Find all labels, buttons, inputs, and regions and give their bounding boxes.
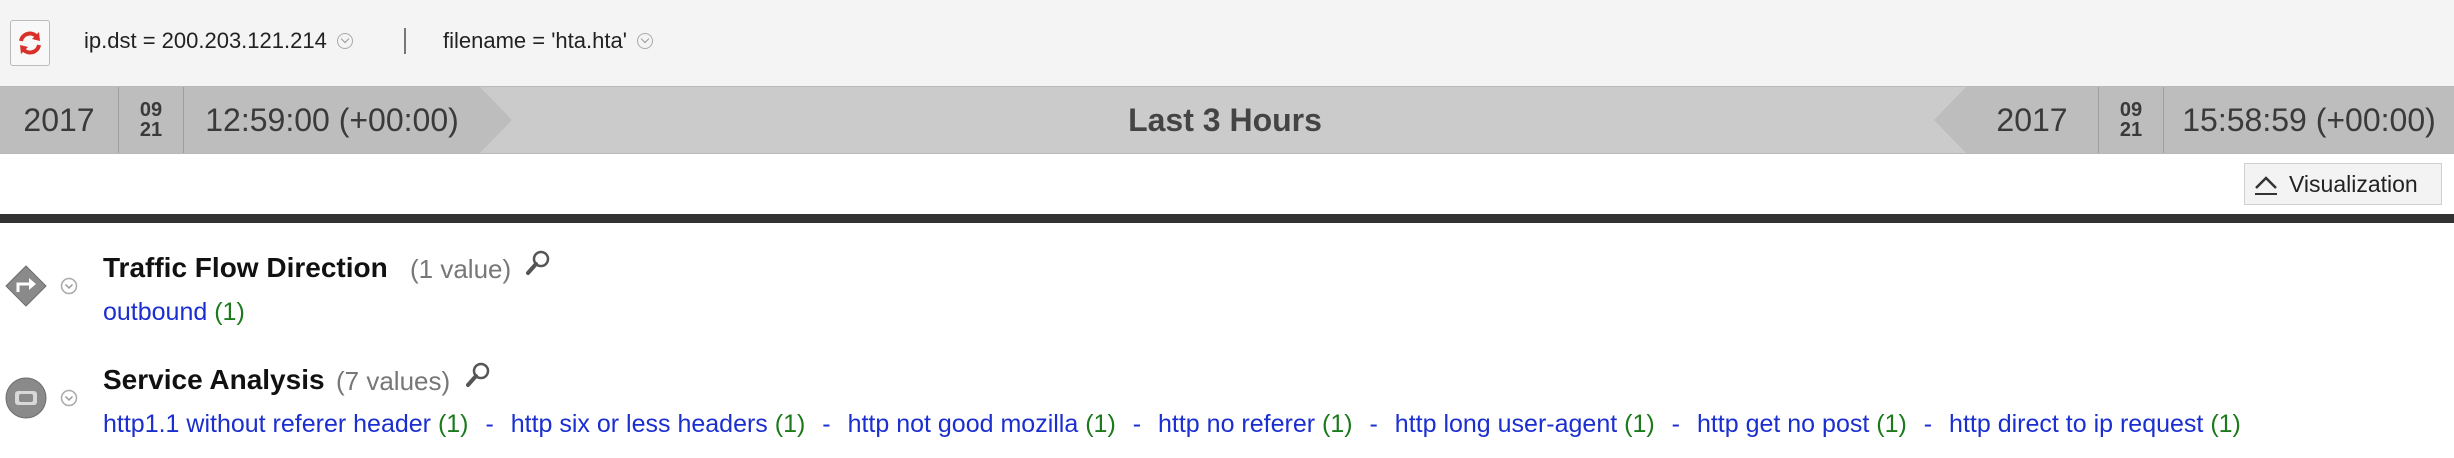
- meta-value-link[interactable]: http six or less headers: [511, 410, 768, 438]
- value-separator: -: [485, 410, 494, 438]
- end-time[interactable]: 15:58:59 (+00:00): [2164, 87, 2454, 153]
- visualization-button[interactable]: Visualization: [2244, 163, 2442, 205]
- meta-value-link[interactable]: http get no post: [1697, 410, 1869, 438]
- meta-value-count: (1): [1876, 410, 1907, 438]
- meta-value-count: (1): [214, 298, 245, 326]
- filter-ip-dst[interactable]: ip.dst = 200.203.121.214: [84, 28, 353, 54]
- meta-values: outbound (1): [103, 298, 245, 327]
- traffic-flow-diamond-icon[interactable]: [4, 264, 48, 308]
- refresh-button[interactable]: [10, 20, 50, 66]
- service-analysis-icon[interactable]: [4, 376, 48, 420]
- filter-filename-label: filename = 'hta.hta': [443, 28, 627, 53]
- filter-ip-dst-label: ip.dst = 200.203.121.214: [84, 28, 327, 53]
- meta-value-link[interactable]: outbound: [103, 298, 207, 326]
- meta-value-link[interactable]: http no referer: [1158, 410, 1315, 438]
- meta-values: http1.1 without referer header (1) - htt…: [103, 410, 2241, 439]
- time-range-label[interactable]: Last 3 Hours: [1050, 87, 1400, 153]
- query-bar: ip.dst = 200.203.121.214 filename = 'hta…: [0, 0, 2454, 87]
- start-day: 21: [139, 119, 163, 141]
- end-month: 09: [2119, 99, 2143, 121]
- value-separator: -: [1369, 410, 1378, 438]
- value-separator: -: [1923, 410, 1933, 438]
- start-time[interactable]: 12:59:00 (+00:00): [184, 87, 480, 153]
- start-month-day[interactable]: 09 21: [118, 87, 184, 153]
- value-separator: -: [1671, 410, 1680, 438]
- meta-value-count: (1): [2210, 410, 2241, 438]
- end-month-day[interactable]: 09 21: [2098, 87, 2164, 153]
- chevron-down-icon[interactable]: [60, 277, 78, 295]
- meta-value-link[interactable]: http direct to ip request: [1949, 410, 2203, 438]
- meta-count: (7 values): [336, 366, 451, 396]
- chevron-up-icon: [2255, 176, 2277, 195]
- meta-value-count: (1): [1322, 410, 1353, 438]
- end-day: 21: [2119, 119, 2143, 141]
- search-icon[interactable]: [464, 361, 492, 389]
- filter-filename[interactable]: filename = 'hta.hta': [443, 28, 653, 54]
- end-year[interactable]: 2017: [1966, 87, 2098, 153]
- chevron-down-icon[interactable]: [336, 33, 353, 49]
- meta-title-service-analysis[interactable]: Service Analysis: [103, 364, 325, 396]
- filter-separator: [404, 28, 406, 54]
- start-year[interactable]: 2017: [0, 87, 118, 153]
- meta-value-link[interactable]: http long user-agent: [1395, 410, 1617, 438]
- end-arrow: [1934, 87, 1966, 153]
- chevron-down-icon[interactable]: [636, 33, 653, 49]
- meta-count: (1 value): [410, 254, 512, 284]
- refresh-icon: [19, 31, 41, 55]
- chevron-down-icon[interactable]: [60, 389, 78, 407]
- meta-title-traffic-flow[interactable]: Traffic Flow Direction: [103, 252, 388, 284]
- meta-value-link[interactable]: http1.1 without referer header: [103, 410, 431, 438]
- meta-value-count: (1): [1624, 410, 1655, 438]
- meta-value-link[interactable]: http not good mozilla: [848, 410, 1079, 438]
- start-arrow: [480, 87, 512, 153]
- visualization-label: Visualization: [2289, 170, 2418, 197]
- search-icon[interactable]: [524, 249, 552, 277]
- time-range-bar: 2017 09 21 12:59:00 (+00:00) Last 3 Hour…: [0, 86, 2454, 154]
- meta-value-count: (1): [774, 410, 806, 438]
- meta-value-count: (1): [437, 410, 469, 438]
- meta-value-count: (1): [1085, 410, 1116, 438]
- divider: [0, 214, 2454, 223]
- value-separator: -: [822, 410, 831, 438]
- value-separator: -: [1132, 410, 1142, 438]
- start-month: 09: [139, 99, 163, 121]
